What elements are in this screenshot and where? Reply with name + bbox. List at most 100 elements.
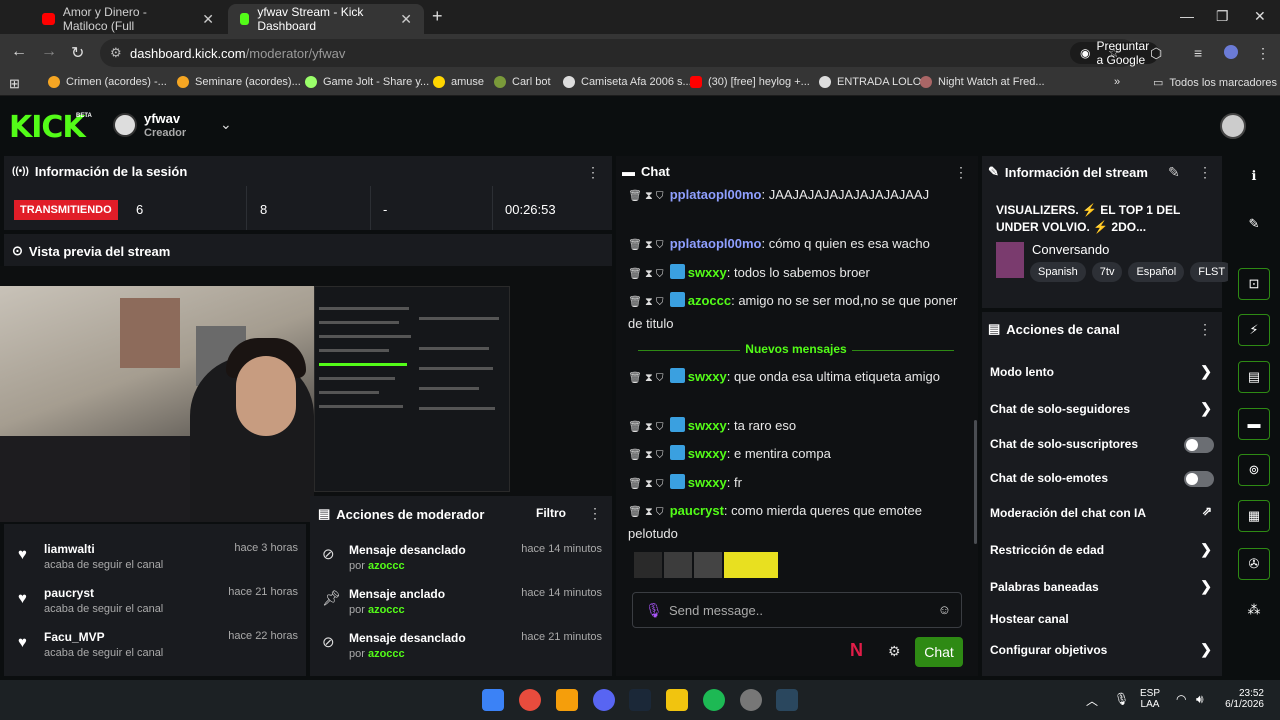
emotes-only-toggle[interactable]: [1184, 471, 1214, 487]
apps-icon[interactable]: ⊞: [9, 76, 20, 92]
mic-icon[interactable]: 🎙︎: [645, 602, 663, 619]
chat-username[interactable]: paucryst: [670, 503, 724, 518]
bookmark-item[interactable]: Night Watch at Fred...: [920, 76, 1045, 88]
chevron-down-icon[interactable]: ⌄: [220, 116, 232, 133]
kebab-menu-icon[interactable]: ⋮: [1198, 321, 1212, 338]
kebab-menu-icon[interactable]: ⋮: [954, 164, 968, 181]
moderator-name[interactable]: azoccc: [368, 560, 405, 572]
mod-tools-icon[interactable]: 🗑︎ ⧗ ⛉: [628, 190, 664, 202]
bookmark-item[interactable]: Crimen (acordes) -...: [48, 76, 167, 88]
chat-icon[interactable]: ▬: [1238, 408, 1270, 440]
bookmark-item[interactable]: Carl bot: [494, 76, 551, 88]
chat-message[interactable]: 🗑︎ ⧗ ⛉ swxxy: que onda esa ultima etiquet…: [628, 366, 966, 389]
chat-scrollbar[interactable]: [974, 420, 977, 544]
new-messages-divider[interactable]: Nuevos mensajes: [638, 342, 954, 356]
bookmark-star-icon[interactable]: ☆: [1108, 45, 1120, 61]
mic-icon[interactable]: 🎙︎: [1114, 692, 1129, 706]
all-bookmarks[interactable]: ▭ Todos los marcadores: [1153, 76, 1277, 90]
tray-chevron-icon[interactable]: ︿: [1086, 692, 1098, 709]
moderator-name[interactable]: azoccc: [368, 648, 405, 660]
nodes-icon[interactable]: ⁂: [1238, 594, 1270, 626]
bookmark-item[interactable]: Camiseta Afa 2006 s...: [563, 76, 692, 88]
tag[interactable]: FLST: [1190, 262, 1234, 282]
chat-username[interactable]: azoccc: [688, 293, 731, 308]
mod-tools-icon[interactable]: 🗑︎ ⧗ ⛉: [628, 239, 664, 251]
mod-tools-icon[interactable]: 🗑︎ ⧗ ⛉: [628, 506, 664, 518]
address-bar[interactable]: ⚙ dashboard.kick.com/moderator/yfwav ◉ P…: [100, 39, 1160, 67]
chat-message[interactable]: 🗑︎ ⧗ ⛉ swxxy: ta raro eso: [628, 415, 966, 438]
slow-mode-option[interactable]: Modo lento ❯: [990, 363, 1216, 385]
lightning-icon[interactable]: ⚡︎: [1238, 314, 1270, 346]
chat-message[interactable]: 🗑︎ ⧗ ⛉ pplataopl00mo: cómo q quien es esa…: [628, 233, 966, 256]
mod-tools-icon[interactable]: 🗑︎ ⧗ ⛉: [628, 421, 664, 433]
banned-words-option[interactable]: Palabras baneadas ❯: [990, 578, 1216, 600]
mod-tools-icon[interactable]: 🗑︎ ⧗ ⛉: [628, 296, 664, 308]
bookmark-item[interactable]: (30) [free] heylog +...: [690, 76, 810, 88]
follower-name[interactable]: paucryst: [44, 586, 94, 600]
close-icon[interactable]: ✕: [388, 11, 412, 28]
stream-preview-video[interactable]: [0, 266, 612, 522]
steam-icon[interactable]: [629, 689, 651, 711]
kebab-menu-icon[interactable]: ⋮: [586, 164, 600, 181]
chat-message[interactable]: 🗑︎ ⧗ ⛉ pplataopl00mo: JAAJAJAJAJAJAJAJAJA…: [628, 184, 966, 207]
chat-username[interactable]: swxxy: [688, 446, 727, 461]
browser-tab-youtube[interactable]: Amor y Dinero - Matiloco (Full ✕: [30, 4, 226, 34]
tag[interactable]: Spanish: [1030, 262, 1086, 282]
discord-icon[interactable]: [593, 689, 615, 711]
host-channel-option[interactable]: Hostear canal: [990, 612, 1216, 632]
chat-username[interactable]: pplataopl00mo: [670, 187, 762, 202]
browser-tab-kick[interactable]: yfwav Stream - Kick Dashboard ✕: [228, 4, 424, 34]
chat-username[interactable]: swxxy: [688, 475, 727, 490]
edit-icon[interactable]: ✎: [1168, 164, 1180, 181]
clock[interactable]: 23:52 6/1/2026: [1222, 688, 1264, 710]
broadcast-icon[interactable]: ⊚: [1238, 454, 1270, 486]
goals-option[interactable]: Configurar objetivos ❯: [990, 641, 1216, 663]
chat-message[interactable]: 🗑︎ ⧗ ⛉ swxxy: todos lo sabemos broer: [628, 262, 966, 285]
subscribers-only-toggle[interactable]: [1184, 437, 1214, 453]
chrome-icon[interactable]: [519, 689, 541, 711]
media-icon[interactable]: ≡: [1194, 45, 1202, 61]
menu-icon[interactable]: ⋮: [1256, 45, 1270, 62]
mod-tools-icon[interactable]: 🗑︎ ⧗ ⛉: [628, 449, 664, 461]
emote-picker-icon[interactable]: ☺: [938, 602, 951, 617]
edit-icon[interactable]: ✎: [1238, 208, 1270, 240]
tag[interactable]: 7tv: [1091, 262, 1123, 282]
chat-message[interactable]: 🗑︎ ⧗ ⛉ swxxy: fr: [628, 472, 966, 495]
followers-only-option[interactable]: Chat de solo-seguidores ❯: [990, 400, 1216, 422]
n-logo-icon[interactable]: N: [850, 640, 863, 661]
send-chat-button[interactable]: Chat: [915, 637, 963, 667]
follower-name[interactable]: Facu_MVP: [44, 630, 105, 644]
minimize-icon[interactable]: —: [1180, 8, 1194, 24]
tag[interactable]: Español: [1128, 262, 1185, 282]
bookmark-item[interactable]: ENTRADA LOLO: [819, 76, 921, 88]
spotify-icon[interactable]: [703, 689, 725, 711]
more-bookmarks-icon[interactable]: »: [1114, 76, 1120, 88]
new-tab-icon[interactable]: +: [432, 6, 443, 27]
file-explorer-icon[interactable]: [666, 689, 688, 711]
reload-icon[interactable]: ↻: [71, 43, 84, 63]
volume-icon[interactable]: 🔊︎: [1196, 692, 1204, 707]
channel-name[interactable]: yfwav: [144, 111, 180, 126]
forward-icon[interactable]: →: [41, 43, 57, 61]
wifi-icon[interactable]: ◠: [1176, 692, 1186, 706]
bookmark-item[interactable]: amuse: [433, 76, 484, 88]
chat-username[interactable]: swxxy: [688, 369, 727, 384]
chat-input[interactable]: 🎙︎ Send message.. ☺: [632, 592, 962, 628]
filter-button[interactable]: Filtro: [536, 506, 566, 520]
close-icon[interactable]: ✕: [190, 11, 214, 28]
chat-username[interactable]: swxxy: [688, 418, 727, 433]
obs-icon[interactable]: [740, 689, 762, 711]
chat-message[interactable]: 🗑︎ ⧗ ⛉ swxxy: e mentira compa: [628, 443, 966, 466]
age-restriction-option[interactable]: Restricción de edad ❯: [990, 541, 1216, 563]
follower-name[interactable]: liamwalti: [44, 542, 95, 556]
user-avatar[interactable]: [1220, 113, 1246, 139]
bookmark-item[interactable]: Game Jolt - Share y...: [305, 76, 429, 88]
language-indicator[interactable]: ESP LAA: [1140, 688, 1160, 710]
info-icon[interactable]: ℹ: [1238, 160, 1270, 192]
restore-icon[interactable]: ❐: [1216, 8, 1229, 25]
back-icon[interactable]: ←: [11, 43, 27, 61]
layout-icon[interactable]: ▦: [1238, 500, 1270, 532]
chat-message[interactable]: 🗑︎ ⧗ ⛉ azoccc: amigo no se ser mod,no se …: [628, 290, 966, 334]
screenshot-icon[interactable]: ⊡: [1238, 268, 1270, 300]
steam-icon[interactable]: [776, 689, 798, 711]
